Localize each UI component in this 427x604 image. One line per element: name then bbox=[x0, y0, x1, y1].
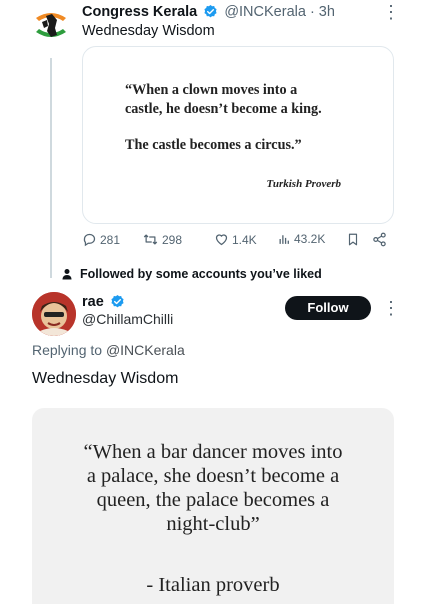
reply-count: 281 bbox=[100, 232, 121, 247]
author-name[interactable]: Congress Kerala bbox=[82, 4, 197, 20]
tweet2-author: rae bbox=[82, 294, 127, 310]
more-icon[interactable]: ⋮ bbox=[382, 298, 400, 319]
quote-line: “When a clown moves into a bbox=[125, 82, 298, 98]
reply-icon bbox=[83, 233, 96, 247]
tweet1-image-card[interactable]: “When a clown moves into a castle, he do… bbox=[82, 46, 394, 224]
views-icon bbox=[279, 235, 289, 244]
person-icon bbox=[62, 269, 72, 280]
author-handle[interactable]: @ChillamChilli bbox=[82, 311, 173, 327]
bookmark-icon bbox=[348, 233, 358, 246]
like-icon bbox=[215, 234, 228, 246]
quote-attribution: Turkish Proverb bbox=[266, 178, 341, 190]
tweet2-text: Wednesday Wisdom bbox=[32, 370, 179, 387]
quote-line: The castle becomes a circus.” bbox=[125, 137, 302, 153]
verified-badge-icon bbox=[111, 294, 124, 308]
view-count: 43.2K bbox=[294, 232, 326, 246]
user-avatar-image bbox=[32, 292, 76, 336]
rae-avatar[interactable] bbox=[32, 292, 76, 336]
quote-attribution: - Italian proverb bbox=[146, 574, 280, 596]
views-button[interactable]: 43.2K bbox=[278, 232, 325, 246]
image-quote-text: “When a clown moves into a castle, he do… bbox=[125, 81, 375, 155]
repost-icon bbox=[143, 234, 158, 245]
tweet2-image-card[interactable]: “When a bar dancer moves into a palace, … bbox=[32, 408, 394, 604]
verified-badge-icon bbox=[204, 4, 217, 18]
repost-button[interactable]: 298 bbox=[142, 232, 182, 247]
more-icon[interactable]: ⋮ bbox=[382, 2, 400, 23]
congress-kerala-avatar[interactable] bbox=[30, 4, 72, 46]
social-context-text: Followed by some accounts you’ve liked bbox=[80, 267, 322, 281]
reply-button[interactable]: 281 bbox=[82, 232, 120, 247]
share-icon bbox=[373, 232, 386, 247]
like-button[interactable]: 1.4K bbox=[214, 232, 257, 247]
replying-to: Replying to @INCKerala bbox=[32, 342, 185, 358]
author-name[interactable]: rae bbox=[82, 294, 104, 310]
follow-button[interactable]: Follow bbox=[285, 296, 371, 320]
quote-line: “When a bar dancer moves into bbox=[83, 441, 343, 463]
like-count: 1.4K bbox=[232, 232, 257, 247]
tweet1-text: Wednesday Wisdom bbox=[82, 23, 215, 39]
repost-count: 298 bbox=[162, 232, 183, 247]
quote-line: queen, the palace becomes a bbox=[96, 489, 330, 511]
bookmark-button[interactable] bbox=[346, 232, 360, 247]
handle-and-time[interactable]: @INCKerala · 3h bbox=[224, 4, 335, 20]
replying-prefix: Replying to bbox=[32, 342, 106, 358]
thread-connector-line bbox=[50, 58, 52, 278]
congress-logo-icon bbox=[30, 4, 72, 46]
quote-line: castle, he doesn’t become a king. bbox=[125, 101, 322, 117]
tweet1-action-bar: 281 298 1.4K 43.2K bbox=[82, 232, 394, 250]
image-quote-text: “When a bar dancer moves into a palace, … bbox=[32, 440, 394, 536]
quote-line: a palace, she doesn’t become a bbox=[86, 465, 340, 487]
quote-line: night-club” bbox=[166, 513, 260, 535]
share-button[interactable] bbox=[372, 232, 387, 247]
replying-handle-link[interactable]: @INCKerala bbox=[106, 342, 185, 358]
tweet1-header: Congress Kerala @INCKerala · 3h bbox=[82, 4, 335, 20]
social-context: Followed by some accounts you’ve liked bbox=[62, 267, 322, 281]
